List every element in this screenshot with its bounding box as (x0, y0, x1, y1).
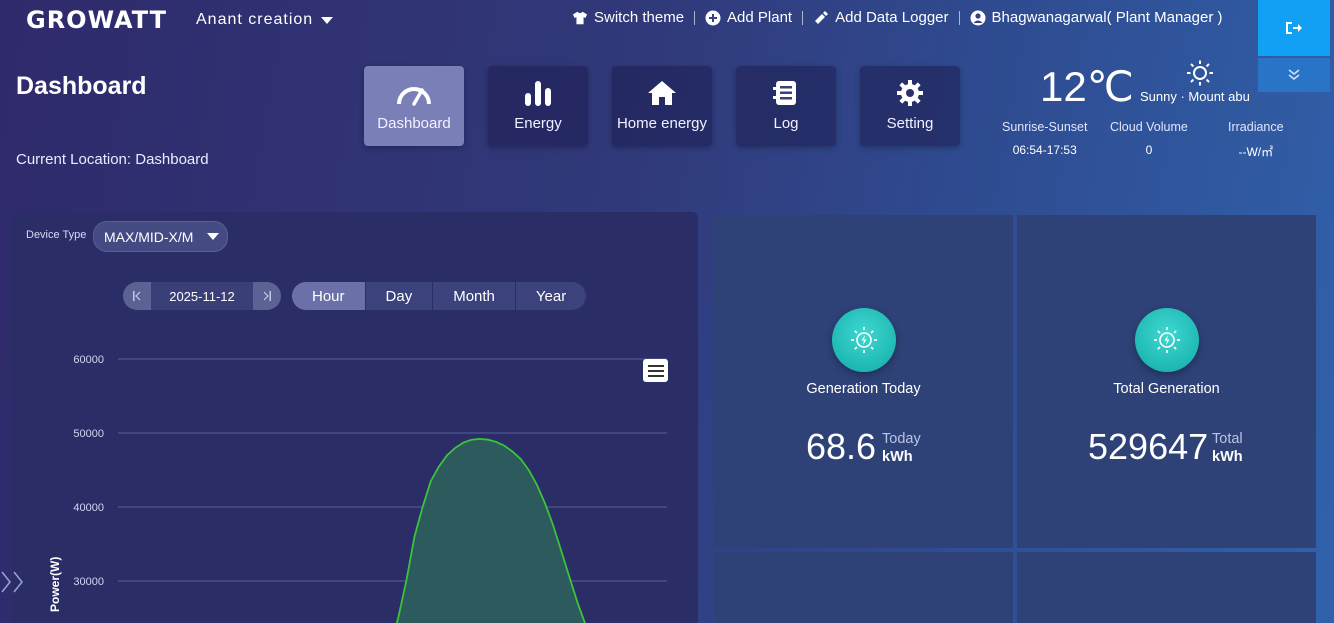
shirt-icon (572, 10, 588, 26)
nav-dashboard-label: Dashboard (377, 115, 451, 132)
power-area (390, 438, 594, 623)
add-plant-button[interactable]: Add Plant (695, 9, 802, 26)
cloud-volume-label: Cloud Volume (1110, 120, 1188, 134)
nav-log[interactable]: Log (736, 66, 836, 146)
growatt-logo[interactable]: GROWATT (26, 6, 167, 34)
chevron-right-icon (1, 571, 23, 593)
total-generation-unit: Total kWh (1212, 430, 1243, 466)
generation-today-value: 68.6 (806, 426, 877, 467)
cloud-volume-stat: Cloud Volume 0 (1110, 120, 1188, 157)
add-data-logger-button[interactable]: Add Data Logger (803, 9, 958, 26)
power-chart: 60000 50000 40000 30000 Power(W) (48, 354, 667, 623)
breadcrumb: Current Location: Dashboard (16, 151, 209, 168)
irradiance-label: Irradiance (1228, 120, 1284, 134)
user-name: Bhagwanagarwal( Plant Manager ) (991, 9, 1223, 26)
main-nav: Dashboard Energy Home energy Log Setting (364, 66, 960, 146)
y-tick-label: 30000 (73, 576, 104, 588)
menu-line (647, 374, 664, 377)
generation-today-unit-label: Today (882, 431, 921, 447)
nav-home-energy-label: Home energy (616, 115, 708, 132)
sunrise-sunset-stat: Sunrise-Sunset 06:54-17:53 (1002, 120, 1087, 157)
datalogger-icon (813, 10, 829, 26)
stat-card-placeholder (714, 552, 1013, 623)
nav-home-energy[interactable]: Home energy (612, 66, 712, 146)
side-expand-arrow[interactable] (0, 570, 28, 599)
generation-today-card: Generation Today 68.6 Today kWh (714, 215, 1013, 548)
y-tick-label: 40000 (73, 502, 104, 514)
generation-today-title: Generation Today (806, 381, 921, 397)
double-chevron-down-icon (1288, 69, 1300, 80)
menu-line (647, 369, 664, 372)
irradiance-value: --W/㎡ (1238, 145, 1274, 159)
user-avatar-icon (970, 10, 986, 26)
chevron-down-icon (321, 16, 334, 24)
cloud-volume-value: 0 (1145, 143, 1153, 157)
speedometer-icon (396, 78, 432, 108)
total-generation-title: Total Generation (1113, 381, 1220, 397)
weather-description: Sunny · Mount abu (1140, 89, 1250, 104)
bar-chart-icon (520, 78, 556, 108)
gear-icon (892, 78, 928, 108)
page-title: Dashboard (16, 72, 147, 100)
nav-log-label: Log (773, 115, 799, 132)
log-icon (768, 78, 804, 108)
sunrise-sunset-value: 06:54-17:53 (1012, 143, 1077, 157)
nav-energy[interactable]: Energy (488, 66, 588, 146)
y-axis-label: Power(W) (48, 557, 62, 612)
nav-dashboard[interactable]: Dashboard (364, 66, 464, 146)
sun-icon (1186, 60, 1214, 91)
plus-circle-icon (705, 10, 721, 26)
logout-icon (1286, 22, 1302, 34)
temperature: 12℃ (1040, 63, 1134, 110)
y-tick-label: 60000 (73, 354, 104, 366)
nav-setting-label: Setting (886, 115, 934, 132)
total-generation-unit-value: kWh (1212, 449, 1243, 465)
expand-button[interactable] (1258, 58, 1330, 92)
nav-energy-label: Energy (514, 115, 562, 132)
menu-line (647, 364, 664, 367)
switch-theme-button[interactable]: Switch theme (572, 9, 694, 26)
power-chart-panel: Device Type MAX/MID-X/M 2025-11-12 Hour … (12, 212, 698, 623)
add-plant-label: Add Plant (727, 9, 793, 26)
total-generation-unit-label: Total (1212, 431, 1243, 447)
total-generation-value: 529647 (1088, 426, 1209, 467)
add-data-logger-label: Add Data Logger (835, 9, 949, 26)
nav-setting[interactable]: Setting (860, 66, 960, 146)
total-generation-card: Total Generation 529647 Total kWh (1017, 215, 1316, 548)
generation-today-unit-value: kWh (882, 449, 913, 465)
stat-card-placeholder (1017, 552, 1316, 623)
y-tick-label: 50000 (73, 428, 104, 440)
generation-today-unit: Today kWh (882, 430, 921, 466)
irradiance-stat: Irradiance --W/㎡ (1228, 120, 1284, 160)
solar-energy-icon (832, 308, 896, 372)
logout-button[interactable] (1258, 0, 1330, 56)
plant-name: Anant creation (196, 11, 314, 28)
sunrise-sunset-label: Sunrise-Sunset (1002, 120, 1088, 134)
stats-cards: Generation Today 68.6 Today kWh Total Ge… (714, 215, 1316, 623)
top-bar: GROWATT Anant creation Switch theme Add … (0, 0, 1334, 92)
home-icon (644, 78, 680, 108)
user-menu[interactable]: Bhagwanagarwal( Plant Manager ) (960, 9, 1233, 26)
solar-energy-icon (1135, 308, 1199, 372)
chart-menu-button[interactable] (643, 359, 668, 382)
plant-selector[interactable]: Anant creation (196, 11, 334, 29)
switch-theme-label: Switch theme (594, 9, 685, 26)
top-actions: Switch theme Add Plant Add Data Logger B… (572, 9, 1232, 26)
